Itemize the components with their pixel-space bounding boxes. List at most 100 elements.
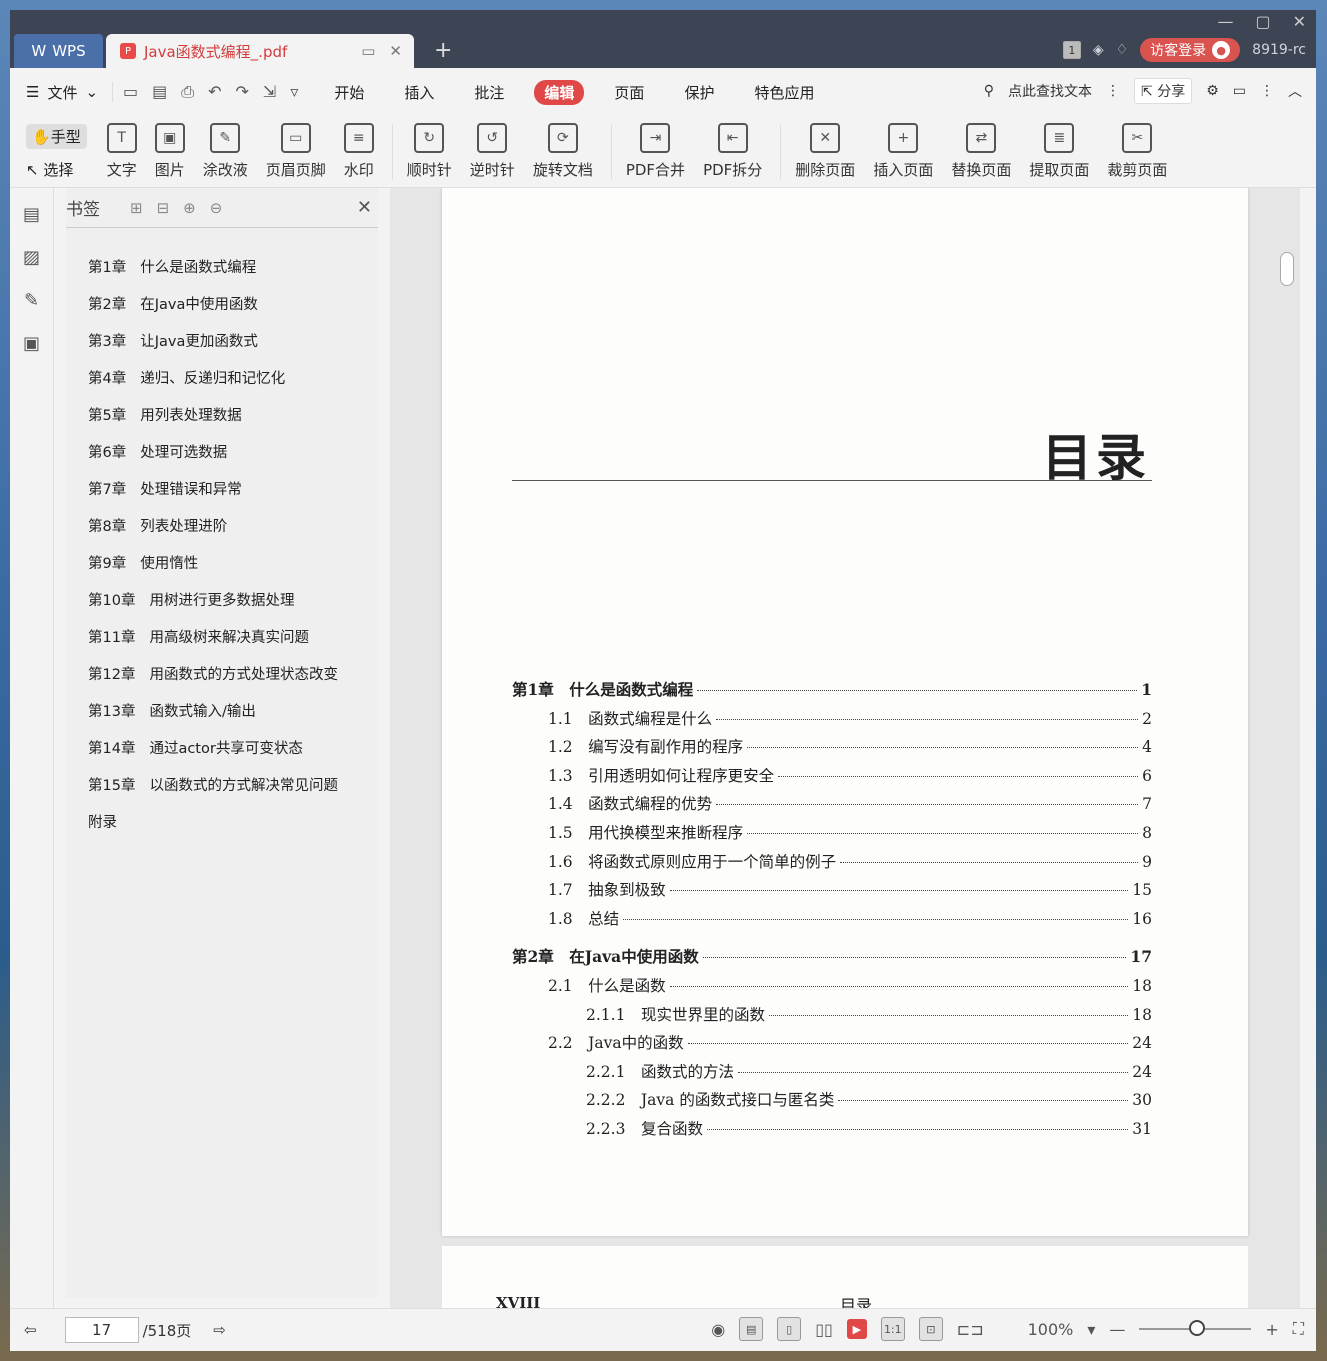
ribbon-tool-10[interactable]: ✕ 删除页面 xyxy=(795,123,855,180)
bookmark-item[interactable]: 第11章 用高级树来解决真实问题 xyxy=(66,618,378,655)
ribbon-tool-6[interactable]: ↺ 逆时针 xyxy=(470,123,515,180)
file-menu[interactable]: ☰ 文件 ⌄ xyxy=(26,82,98,103)
toc-entry[interactable]: 1.2 编写没有副作用的程序 4 xyxy=(512,735,1152,757)
gear-icon[interactable]: ⚙ xyxy=(1206,83,1219,99)
toc-entry[interactable]: 1.5 用代换模型来推断程序 8 xyxy=(512,821,1152,843)
pin-icon[interactable]: ▭ xyxy=(361,42,375,60)
bookmark-item[interactable]: 第9章 使用惰性 xyxy=(66,544,378,581)
more-menu-icon[interactable]: ⋮ xyxy=(1260,83,1274,99)
close-tab-icon[interactable]: ✕ xyxy=(389,42,402,60)
zoom-out-icon[interactable]: — xyxy=(1109,1320,1125,1339)
actual-size-icon[interactable]: 1:1 xyxy=(880,1317,905,1341)
fit-width-icon[interactable]: ⊏⊐ xyxy=(957,1320,984,1339)
close-panel-icon[interactable]: ✕ xyxy=(357,197,372,218)
redo-icon[interactable]: ↷ xyxy=(236,82,249,102)
toc-entry[interactable]: 第2章 在Java中使用函数 17 xyxy=(512,945,1152,967)
bookmark-item[interactable]: 第13章 函数式输入/输出 xyxy=(66,692,378,729)
menu-tab-1[interactable]: 插入 xyxy=(394,80,444,105)
page-number-input[interactable]: 17 xyxy=(64,1317,139,1343)
bookmark-item[interactable]: 第4章 递归、反递归和记忆化 xyxy=(66,359,378,396)
bookmark-item[interactable]: 第15章 以函数式的方式解决常见问题 xyxy=(66,766,378,803)
bookmark-item[interactable]: 第7章 处理错误和异常 xyxy=(66,470,378,507)
zoom-level[interactable]: 100% xyxy=(1028,1320,1074,1339)
expand-bookmark-icon[interactable]: ⊞ xyxy=(130,199,143,217)
continuous-view-icon[interactable]: ▤ xyxy=(739,1317,764,1341)
scroll-thumb[interactable] xyxy=(1280,252,1294,286)
minimize-icon[interactable]: — xyxy=(1217,12,1233,31)
thumbnail-icon[interactable]: ▨ xyxy=(23,247,40,268)
toc-entry[interactable]: 2.2.2 Java 的函数式接口与匿名类 30 xyxy=(512,1088,1152,1110)
export-icon[interactable]: ⇲ xyxy=(263,82,276,102)
zoom-in-icon[interactable]: + xyxy=(1265,1320,1278,1339)
eye-protection-icon[interactable]: ◉ xyxy=(711,1320,725,1339)
next-page-icon[interactable]: ⇨ xyxy=(213,1321,226,1339)
bookmark-panel-icon[interactable]: ▤ xyxy=(23,204,40,225)
collapse-bookmark-icon[interactable]: ⊟ xyxy=(157,199,170,217)
window-count-badge[interactable]: 1 xyxy=(1062,41,1081,59)
toc-entry[interactable]: 1.6 将函数式原则应用于一个简单的例子 9 xyxy=(512,850,1152,872)
more-vertical-icon[interactable]: ⋮ xyxy=(1106,83,1120,99)
toc-entry[interactable]: 2.1.1 现实世界里的函数 18 xyxy=(512,1003,1152,1025)
ribbon-tool-1[interactable]: ▣ 图片 xyxy=(154,123,185,180)
menu-tab-5[interactable]: 保护 xyxy=(674,80,724,105)
menu-tab-3[interactable]: 编辑 xyxy=(534,79,585,105)
signature-icon[interactable]: ▣ xyxy=(23,333,40,354)
ribbon-tool-7[interactable]: ⟳ 旋转文档 xyxy=(533,123,593,180)
toc-entry[interactable]: 1.3 引用透明如何让程序更安全 6 xyxy=(512,764,1152,786)
bookmark-item[interactable]: 第3章 让Java更加函数式 xyxy=(66,322,378,359)
undo-icon[interactable]: ↶ xyxy=(208,82,221,102)
ribbon-tool-8[interactable]: ⇥ PDF合并 xyxy=(626,123,685,180)
toc-entry[interactable]: 第1章 什么是函数式编程 1 xyxy=(512,678,1152,700)
zoom-dropdown-icon[interactable]: ▾ xyxy=(1087,1320,1095,1339)
ribbon-tool-2[interactable]: ✎ 涂改液 xyxy=(203,123,248,180)
fullscreen-icon[interactable]: ⛶ xyxy=(1293,1319,1304,1339)
menu-tab-4[interactable]: 页面 xyxy=(604,80,654,105)
bookmark-item[interactable]: 第2章 在Java中使用函数 xyxy=(66,285,378,322)
ribbon-tool-4[interactable]: ≡ 水印 xyxy=(343,123,374,180)
ribbon-tool-0[interactable]: T 文字 xyxy=(106,123,137,180)
more-quick-access-icon[interactable]: ▿ xyxy=(290,82,298,102)
add-bookmark-icon[interactable]: ⊕ xyxy=(183,199,196,217)
toc-entry[interactable]: 2.2 Java中的函数 24 xyxy=(512,1031,1152,1053)
toc-entry[interactable]: 2.2.3 复合函数 31 xyxy=(512,1117,1152,1139)
bookmark-item[interactable]: 附录 xyxy=(66,803,378,840)
document-tab[interactable]: P Java函数式编程_.pdf ▭ ✕ xyxy=(106,34,414,68)
annotation-icon[interactable]: ✎ xyxy=(24,290,39,311)
guest-login-button[interactable]: 访客登录 ● xyxy=(1140,38,1241,62)
toc-entry[interactable]: 1.4 函数式编程的优势 7 xyxy=(512,792,1152,814)
bookmark-item[interactable]: 第1章 什么是函数式编程 xyxy=(66,248,378,285)
maximize-icon[interactable]: ▢ xyxy=(1255,12,1270,31)
hand-tool-button[interactable]: ✋手型 xyxy=(26,123,87,149)
toc-entry[interactable]: 2.2.1 函数式的方法 24 xyxy=(512,1060,1152,1082)
print-icon[interactable]: ⎙ xyxy=(181,82,194,102)
menu-tab-6[interactable]: 特色应用 xyxy=(744,80,824,105)
new-tab-button[interactable]: + xyxy=(434,38,452,63)
save-icon[interactable]: ▤ xyxy=(152,82,167,102)
search-icon[interactable]: ⚲ xyxy=(984,83,994,99)
bookmark-item[interactable]: 第14章 通过actor共享可变状态 xyxy=(66,729,378,766)
shirt-icon[interactable]: ♢ xyxy=(1116,42,1129,58)
close-window-icon[interactable]: ✕ xyxy=(1293,12,1306,31)
document-view[interactable]: 目录 第1章 什么是函数式编程 1 1.1 函数式编程是什么 2 1.2 编写没有副作用… xyxy=(390,188,1300,1308)
wps-home-tab[interactable]: W WPS xyxy=(14,34,103,68)
bookmark-item[interactable]: 第10章 用树进行更多数据处理 xyxy=(66,581,378,618)
ribbon-tool-9[interactable]: ⇤ PDF拆分 xyxy=(703,123,762,180)
bookmark-item[interactable]: 第5章 用列表处理数据 xyxy=(66,396,378,433)
vertical-scrollbar[interactable] xyxy=(1280,196,1294,1296)
comment-icon[interactable]: ▭ xyxy=(1233,83,1246,99)
toc-entry[interactable]: 1.8 总结 16 xyxy=(512,907,1152,929)
delete-bookmark-icon[interactable]: ⊖ xyxy=(210,199,223,217)
ribbon-tool-14[interactable]: ✂ 裁剪页面 xyxy=(1107,123,1167,180)
prev-page-icon[interactable]: ⇦ xyxy=(24,1321,37,1339)
share-button[interactable]: ⇱ 分享 xyxy=(1134,78,1193,104)
find-text-label[interactable]: 点此查找文本 xyxy=(1008,81,1092,101)
ribbon-tool-11[interactable]: + 插入页面 xyxy=(873,123,933,180)
zoom-slider-knob[interactable] xyxy=(1189,1320,1206,1336)
play-slideshow-icon[interactable]: ▶ xyxy=(846,1319,867,1339)
single-page-view-icon[interactable]: ▯ xyxy=(777,1317,802,1341)
toc-entry[interactable]: 1.7 抽象到极致 15 xyxy=(512,878,1152,900)
collapse-ribbon-icon[interactable]: ︿ xyxy=(1288,81,1302,101)
menu-tab-0[interactable]: 开始 xyxy=(324,80,374,105)
zoom-slider[interactable] xyxy=(1139,1320,1252,1336)
toc-entry[interactable]: 2.1 什么是函数 18 xyxy=(512,974,1152,996)
